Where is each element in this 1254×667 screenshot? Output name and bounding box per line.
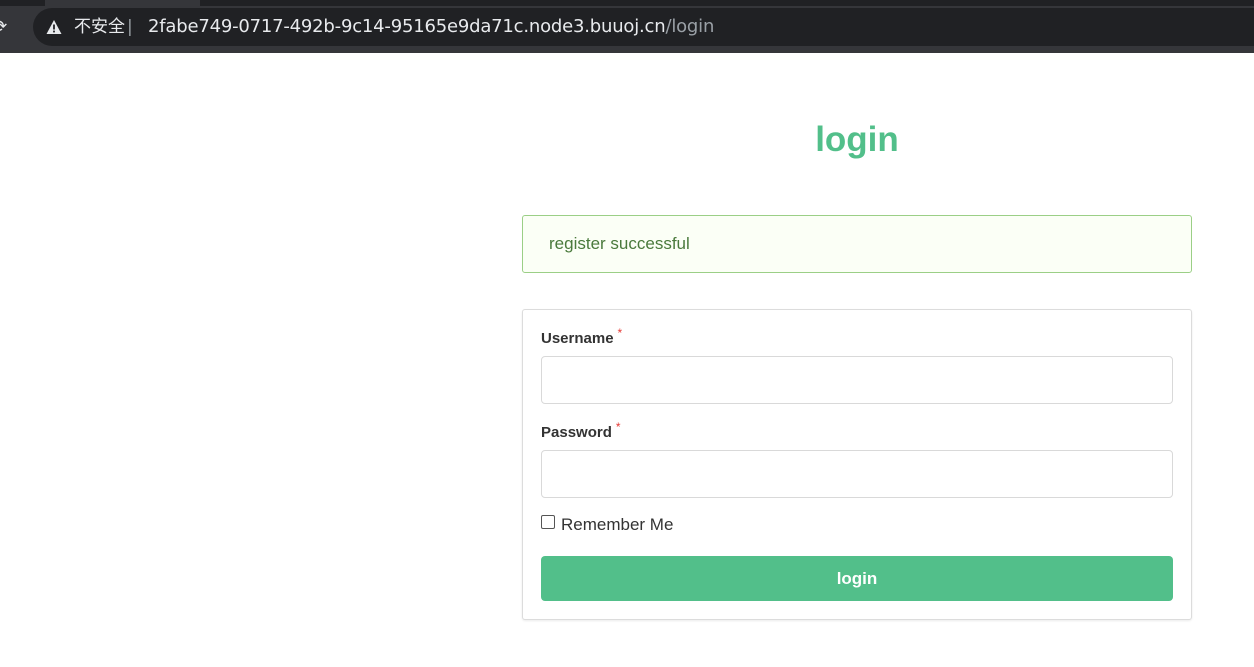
url-separator: | <box>127 17 133 37</box>
remember-me-checkbox[interactable] <box>541 515 555 529</box>
password-label-text: Password <box>541 424 612 441</box>
url-text[interactable]: 2fabe749-0717-492b-9c14-95165e9da71c.nod… <box>148 17 714 37</box>
remember-me-row[interactable]: Remember Me <box>541 514 673 536</box>
success-alert: register successful <box>522 215 1192 273</box>
login-button[interactable]: login <box>541 556 1173 601</box>
url-path: /login <box>665 16 715 37</box>
reload-icon[interactable]: ⟳ <box>0 17 13 37</box>
alert-message: register successful <box>549 234 690 253</box>
warning-triangle-icon[interactable] <box>46 19 62 35</box>
security-status[interactable]: 不安全 <box>74 17 125 37</box>
login-form: Username * Password * Remember Me login <box>522 309 1192 620</box>
address-bar[interactable]: 不安全 | 2fabe749-0717-492b-9c14-95165e9da7… <box>33 8 1254 46</box>
username-label-text: Username <box>541 330 614 347</box>
required-marker: * <box>617 326 623 340</box>
remember-me-label[interactable]: Remember Me <box>561 514 673 536</box>
url-host: 2fabe749-0717-492b-9c14-95165e9da71c.nod… <box>148 16 666 37</box>
active-tab[interactable] <box>45 0 200 6</box>
username-input[interactable] <box>541 356 1173 404</box>
password-label: Password * <box>541 420 621 442</box>
password-input[interactable] <box>541 450 1173 498</box>
username-label: Username * <box>541 326 622 348</box>
page-title: login <box>815 120 899 159</box>
tab-strip <box>0 0 1254 6</box>
required-marker: * <box>615 420 621 434</box>
browser-toolbar: ⟳ 不安全 | 2fabe749-0717-492b-9c14-95165e9d… <box>0 0 1254 53</box>
